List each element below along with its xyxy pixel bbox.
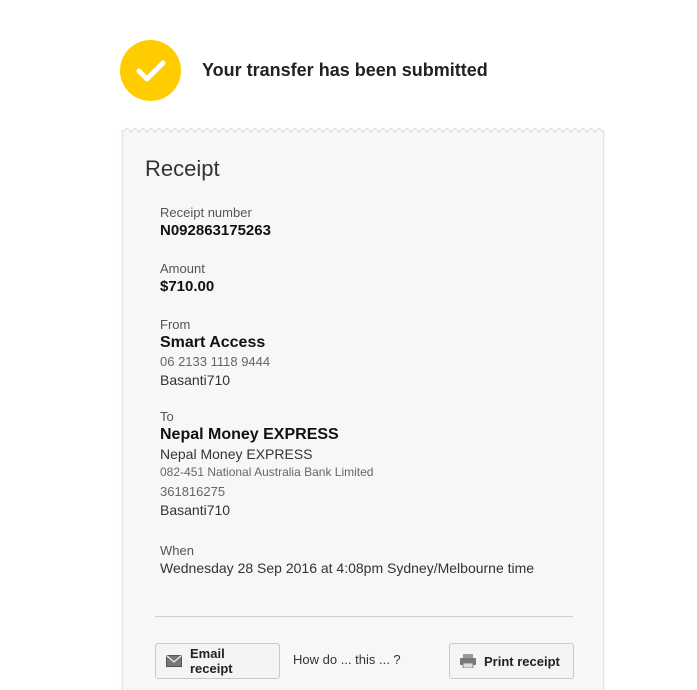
check-icon xyxy=(120,40,181,101)
email-receipt-button[interactable]: Email receipt xyxy=(155,643,280,679)
email-receipt-label: Email receipt xyxy=(190,646,233,676)
receipt-torn-edge xyxy=(123,127,603,133)
to-field: To Nepal Money EXPRESS Nepal Money EXPRE… xyxy=(160,409,373,519)
receipt-card: Receipt Receipt number N092863175263 Amo… xyxy=(122,127,604,690)
to-reference: Basanti710 xyxy=(160,502,231,518)
status-banner: Your transfer has been submitted xyxy=(120,40,488,101)
receipt-title: Receipt xyxy=(145,156,220,181)
amount-field: Amount $710.00 xyxy=(160,261,214,296)
receipt-number-field: Receipt number N092863175263 xyxy=(160,205,271,240)
to-payee-alias: Nepal Money EXPRESS xyxy=(160,446,313,462)
print-receipt-label: Print receipt xyxy=(484,653,560,669)
receipt-number-label: Receipt number xyxy=(160,205,252,220)
status-message: Your transfer has been submitted xyxy=(202,60,488,80)
printer-icon xyxy=(460,654,476,668)
from-field: From Smart Access 06 2133 1118 9444 Basa… xyxy=(160,317,270,389)
when-field: When Wednesday 28 Sep 2016 at 4:08pm Syd… xyxy=(160,543,540,577)
divider xyxy=(155,616,573,617)
mail-icon xyxy=(166,655,182,667)
receipt-number-value: N092863175263 xyxy=(160,222,271,239)
print-receipt-button[interactable]: Print receipt xyxy=(449,643,574,679)
from-reference: Basanti710 xyxy=(160,372,231,388)
to-account-number: 361816275 xyxy=(160,484,226,499)
to-bsb-bank: 082-451 National Australia Bank Limited xyxy=(160,465,374,479)
from-label: From xyxy=(160,317,191,332)
when-label: When xyxy=(160,543,194,558)
to-label: To xyxy=(160,409,174,424)
when-value: Wednesday 28 Sep 2016 at 4:08pm Sydney/M… xyxy=(160,560,535,576)
amount-label: Amount xyxy=(160,261,205,276)
from-account-name: Smart Access xyxy=(160,334,266,351)
help-link[interactable]: How do ... this ... ? xyxy=(293,652,401,667)
from-account-number: 06 2133 1118 9444 xyxy=(160,354,271,369)
amount-value: $710.00 xyxy=(160,278,215,295)
to-payee-name: Nepal Money EXPRESS xyxy=(160,426,339,443)
